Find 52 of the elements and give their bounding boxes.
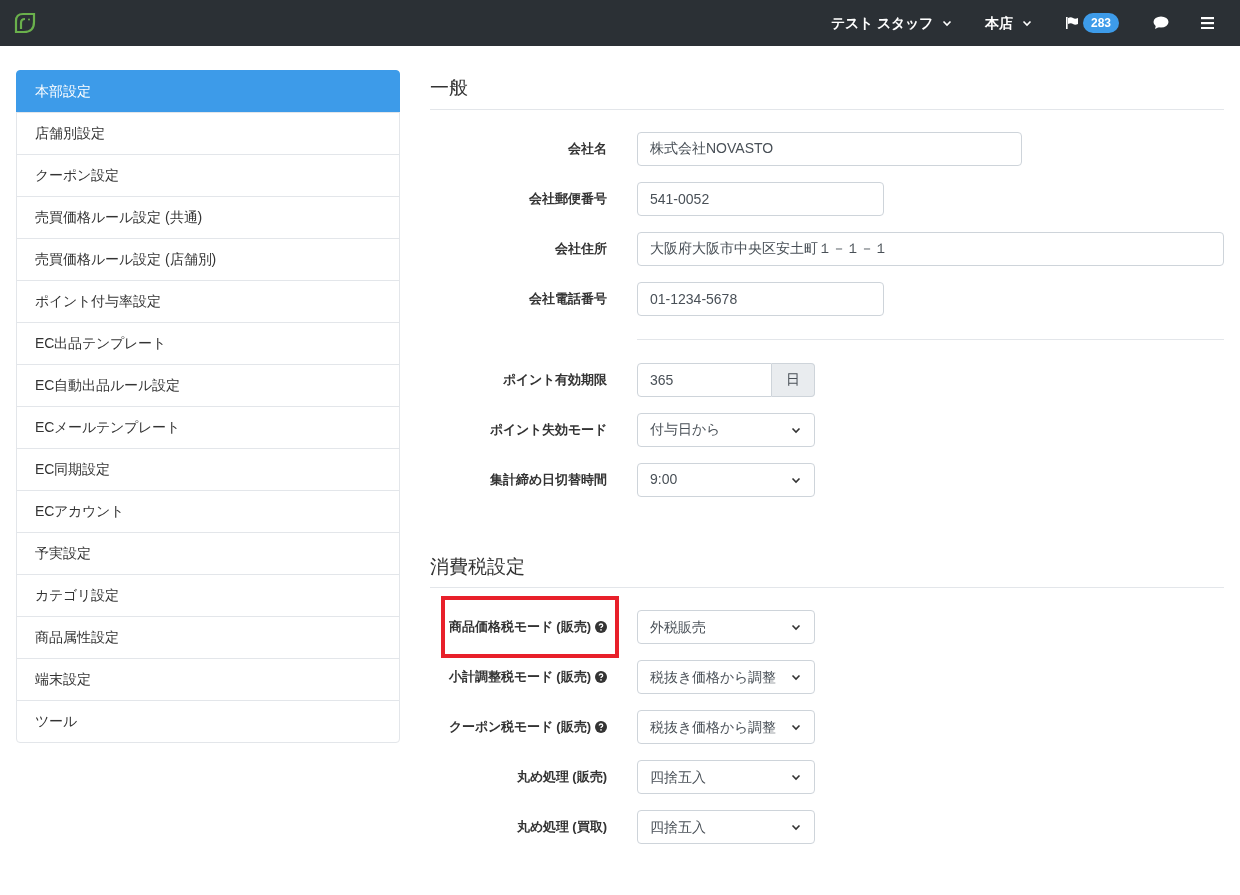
section-title: 消費税設定	[430, 548, 1224, 588]
sidebar-item[interactable]: 端末設定	[16, 658, 400, 701]
select-dropdown[interactable]: 四捨五入	[637, 810, 815, 844]
select-dropdown[interactable]: 付与日から	[637, 412, 815, 447]
field-label: ポイント失効モード	[490, 420, 607, 439]
field-label: 小計調整税モード (販売)	[448, 668, 591, 687]
chat-bubble-icon[interactable]	[1153, 16, 1169, 30]
sidebar-item[interactable]: 店舗別設定	[16, 112, 400, 155]
field-label: 商品価格税モード (販売)	[448, 618, 591, 637]
help-icon[interactable]	[595, 721, 607, 733]
sidebar-item[interactable]: ECアカウント	[16, 490, 400, 533]
field-label: 会社住所	[555, 239, 607, 258]
help-icon[interactable]	[595, 671, 607, 683]
select-dropdown[interactable]: 四捨五入	[637, 760, 815, 794]
field-label: 会社電話番号	[529, 289, 607, 308]
flag-icon[interactable]	[1064, 16, 1079, 30]
sidebar-item[interactable]: 売買価格ルール設定 (店舗別)	[16, 238, 400, 281]
text-field[interactable]: 株式会社NOVASTO	[637, 131, 1022, 166]
sidebar-item[interactable]: ECメールテンプレート	[16, 406, 400, 449]
store-menu[interactable]: 本店	[984, 12, 1033, 34]
sidebar-item[interactable]: ツール	[16, 700, 400, 743]
select-dropdown[interactable]: 外税販売	[637, 610, 815, 644]
section-title: 一般	[430, 70, 1224, 110]
menu-icon[interactable]	[1201, 17, 1214, 29]
text-field[interactable]: 大阪府大阪市中央区安土町１－１－１	[637, 231, 1224, 266]
sidebar-item[interactable]: 商品属性設定	[16, 616, 400, 659]
unit-addon: 日	[772, 362, 815, 397]
select-dropdown[interactable]: 9:00	[637, 462, 815, 497]
sidebar-item[interactable]: EC同期設定	[16, 448, 400, 491]
text-field[interactable]: 541-0052	[637, 181, 884, 216]
field-label: 丸め処理 (販売)	[516, 768, 607, 787]
text-field[interactable]: 01-1234-5678	[637, 281, 884, 316]
field-label: 集計締め日切替時間	[490, 470, 607, 489]
field-label: クーポン税モード (販売)	[448, 718, 591, 737]
sidebar-item[interactable]: EC自動出品ルール設定	[16, 364, 400, 407]
sidebar-item[interactable]: 売買価格ルール設定 (共通)	[16, 196, 400, 239]
field-label: 会社郵便番号	[529, 189, 607, 208]
field-label: ポイント有効期限	[503, 370, 607, 389]
leaf-logo-icon[interactable]	[14, 12, 36, 34]
field-label: 丸め処理 (買取)	[516, 818, 607, 837]
sidebar-item[interactable]: クーポン設定	[16, 154, 400, 197]
help-icon[interactable]	[595, 621, 607, 633]
select-dropdown[interactable]: 税抜き価格から調整	[637, 660, 815, 694]
sidebar-item[interactable]: EC出品テンプレート	[16, 322, 400, 365]
sidebar-item[interactable]: カテゴリ設定	[16, 574, 400, 617]
sidebar-item[interactable]: ポイント付与率設定	[16, 280, 400, 323]
user-menu[interactable]: テスト スタッフ	[831, 12, 953, 34]
number-field[interactable]: 365	[637, 362, 772, 397]
sidebar-item[interactable]: 予実設定	[16, 532, 400, 575]
select-dropdown[interactable]: 税抜き価格から調整	[637, 710, 815, 744]
field-label: 会社名	[568, 139, 607, 158]
notification-badge: 283	[1082, 13, 1119, 33]
